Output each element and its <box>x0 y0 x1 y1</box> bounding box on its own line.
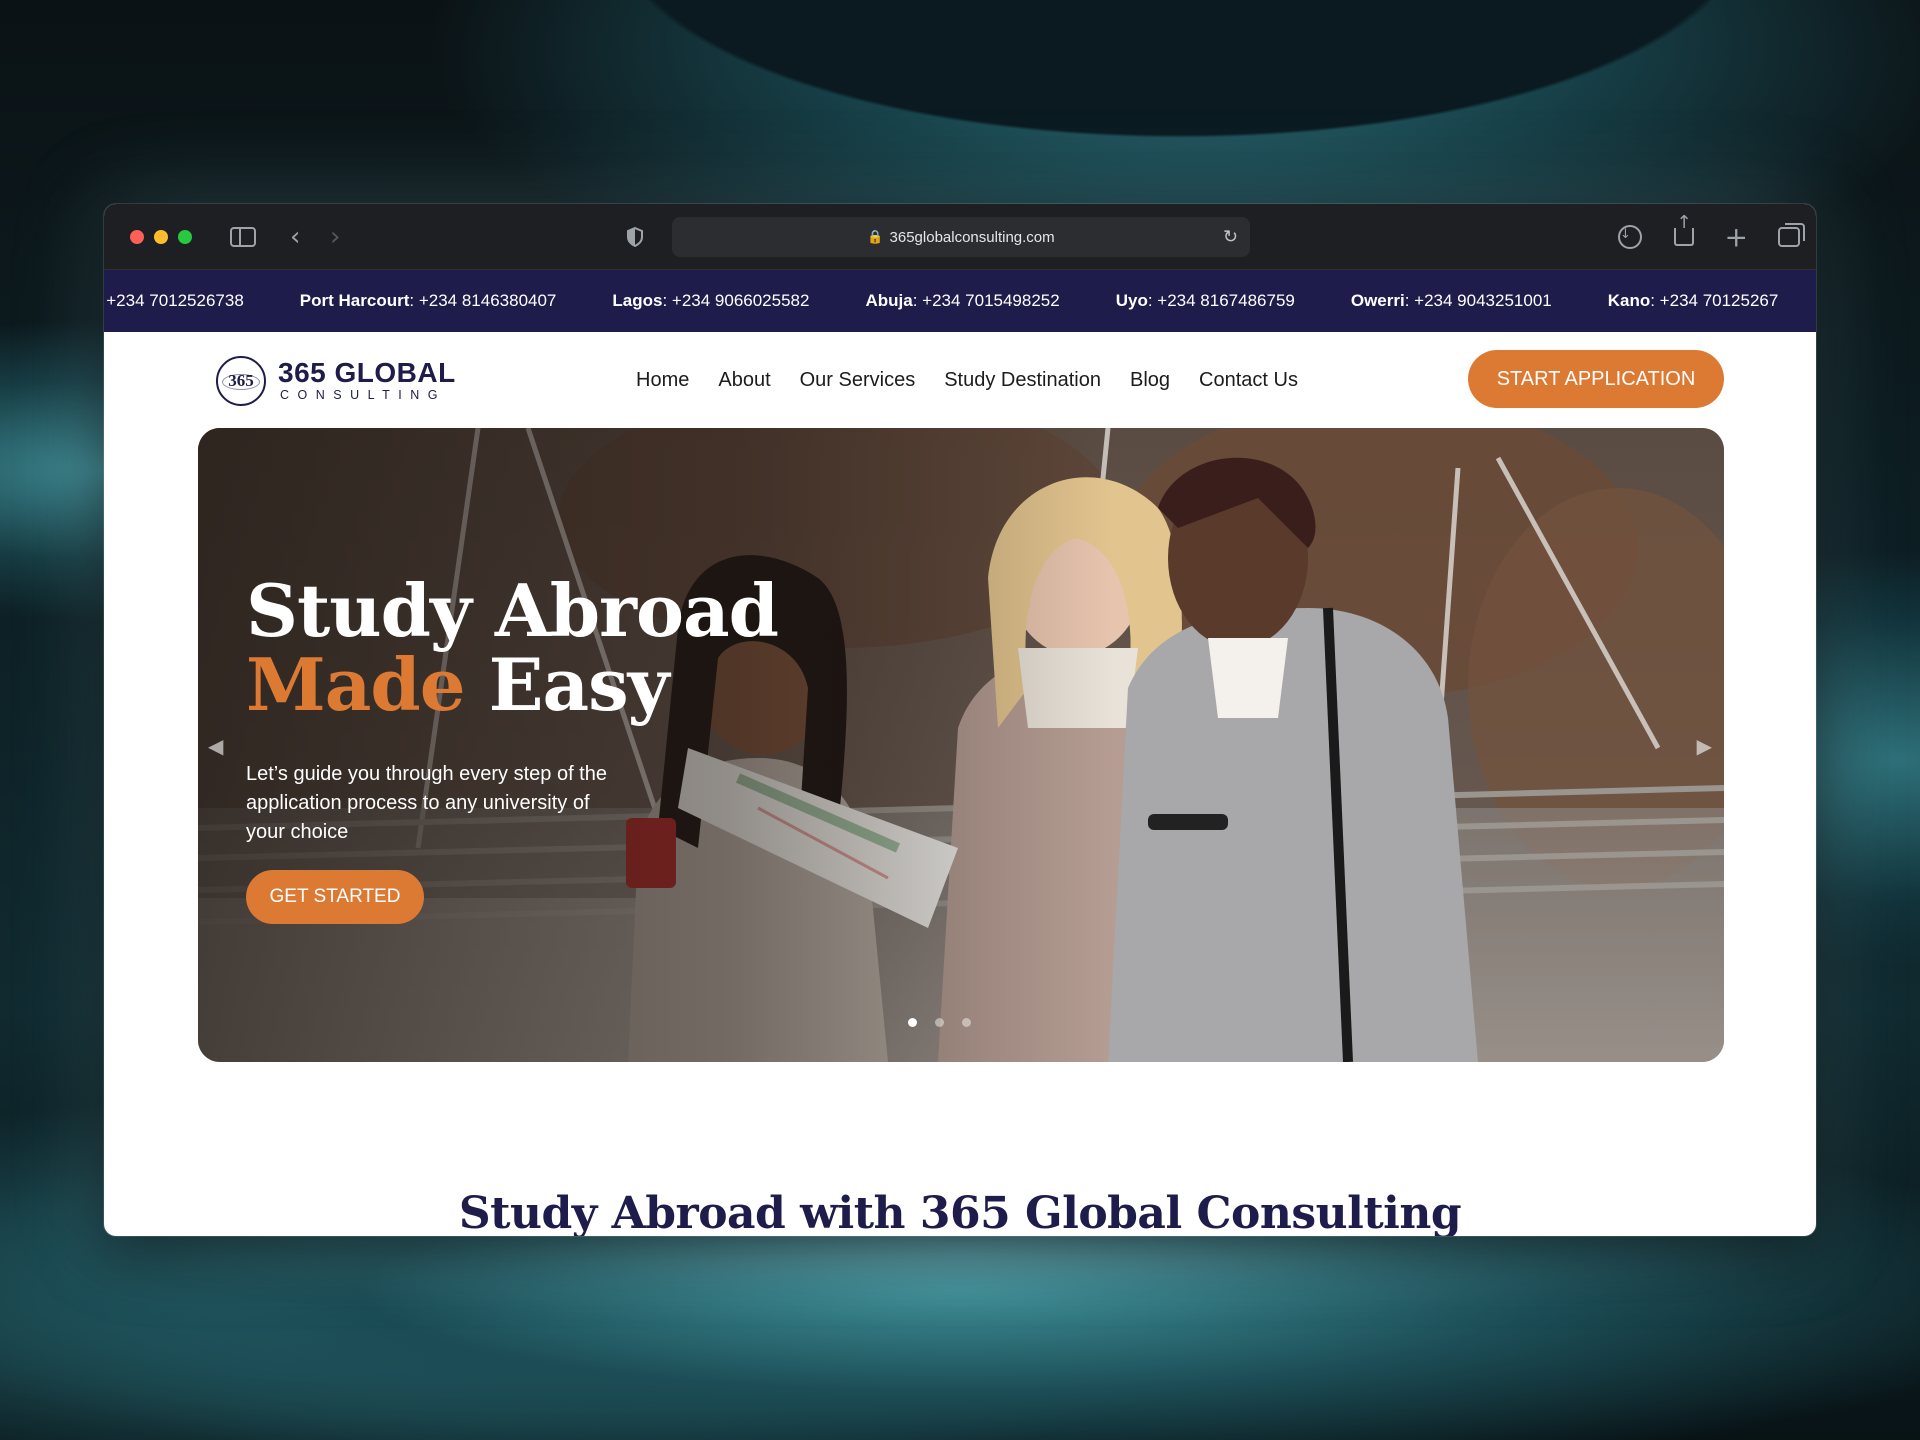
share-icon[interactable] <box>1674 227 1694 246</box>
site-logo[interactable]: 365 365 GLOBAL CONSULTING <box>216 356 456 406</box>
phone-ticker: no: +234 7012526738 Port Harcourt: +234 … <box>104 291 1778 311</box>
new-tab-icon[interactable]: + <box>1725 220 1748 253</box>
phone-item[interactable]: Port Harcourt: +234 8146380407 <box>300 291 557 311</box>
phone-item[interactable]: Owerri: +234 9043251001 <box>1351 291 1552 311</box>
hero-description: Let’s guide you through every step of th… <box>246 763 607 843</box>
slider-dot[interactable] <box>908 1018 917 1027</box>
minimize-window-button[interactable] <box>154 229 168 244</box>
hero-overlay <box>198 428 1724 1062</box>
browser-window: ‹ › 🔒 365globalconsulting.com ↻ ↓ + no: … <box>104 204 1816 1236</box>
window-controls <box>130 229 192 244</box>
forward-arrow-icon[interactable]: › <box>330 222 340 252</box>
contact-phone-strip: no: +234 7012526738 Port Harcourt: +234 … <box>104 270 1816 332</box>
slider-dot[interactable] <box>935 1018 944 1027</box>
slider-prev-arrow-icon[interactable]: ◀ <box>208 734 223 758</box>
get-started-button[interactable]: GET STARTED <box>246 870 424 924</box>
lock-icon: 🔒 <box>867 229 884 245</box>
hero-heading-accent: Made <box>246 642 466 727</box>
main-navigation: Home About Our Services Study Destinatio… <box>636 332 1298 428</box>
url-text: 365globalconsulting.com <box>889 228 1055 246</box>
reload-icon[interactable]: ↻ <box>1223 227 1238 248</box>
maximize-window-button[interactable] <box>178 229 192 244</box>
phone-item[interactable]: Abuja: +234 7015498252 <box>865 291 1059 311</box>
slider-dot[interactable] <box>962 1018 971 1027</box>
hero-heading-line1: Study Abroad <box>246 568 779 653</box>
start-application-button[interactable]: START APPLICATION <box>1468 350 1724 408</box>
slider-next-arrow-icon[interactable]: ▶ <box>1697 734 1712 758</box>
site-header: 365 365 GLOBAL CONSULTING Home About Our… <box>104 332 1816 428</box>
hero-heading: Study Abroad Made Easy <box>246 574 779 722</box>
section-heading: Study Abroad with 365 Global Consulting <box>458 1188 1462 1236</box>
logo-subtitle: CONSULTING <box>280 388 447 402</box>
logo-globe-icon: 365 <box>216 356 266 406</box>
phone-item[interactable]: Uyo: +234 8167486759 <box>1116 291 1295 311</box>
hero-heading-rest: Easy <box>464 642 670 727</box>
nav-our-services[interactable]: Our Services <box>800 369 916 392</box>
phone-item[interactable]: no: +234 7012526738 <box>104 291 244 311</box>
address-bar[interactable]: 🔒 365globalconsulting.com ↻ <box>672 217 1250 257</box>
sidebar-toggle-icon[interactable] <box>230 226 256 247</box>
phone-item[interactable]: Kano: +234 70125267 <box>1608 291 1779 311</box>
phone-item[interactable]: Lagos: +234 9066025582 <box>612 291 809 311</box>
logo-title: 365 GLOBAL <box>278 357 456 388</box>
nav-study-destination[interactable]: Study Destination <box>944 369 1101 392</box>
logo-wordmark: 365 GLOBAL CONSULTING <box>278 359 456 403</box>
browser-toolbar: ‹ › 🔒 365globalconsulting.com ↻ ↓ + <box>104 204 1816 270</box>
hero-slider: Study Abroad Made Easy Let’s guide you t… <box>198 428 1724 1062</box>
nav-contact-us[interactable]: Contact Us <box>1199 369 1298 392</box>
tab-overview-icon[interactable] <box>1778 222 1805 247</box>
nav-blog[interactable]: Blog <box>1130 369 1170 392</box>
close-window-button[interactable] <box>130 229 144 244</box>
back-arrow-icon[interactable]: ‹ <box>290 222 300 252</box>
nav-home[interactable]: Home <box>636 369 689 392</box>
nav-about[interactable]: About <box>718 369 770 392</box>
slider-pagination <box>908 1018 971 1027</box>
download-icon[interactable]: ↓ <box>1618 224 1642 249</box>
privacy-shield-icon[interactable] <box>626 226 644 247</box>
